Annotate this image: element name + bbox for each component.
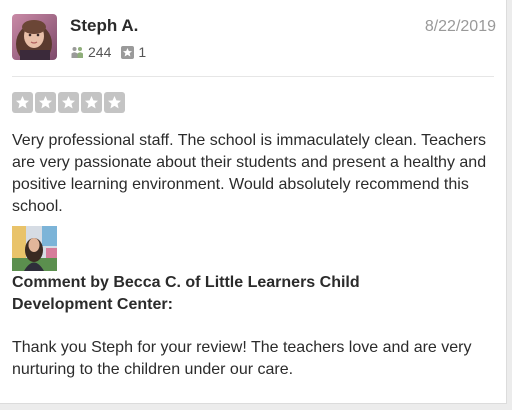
reviews-count: 1: [138, 44, 147, 60]
star-icon: [58, 92, 79, 113]
star-rating: [12, 92, 125, 113]
friends-count: 244: [88, 44, 112, 60]
star-icon: [104, 92, 125, 113]
review-text: Very professional staff. The school is i…: [12, 132, 487, 215]
review-card: Steph A. 8/22/2019 244 1 Very profession…: [0, 0, 507, 404]
star-icon: [35, 92, 56, 113]
user-avatar[interactable]: [12, 14, 57, 60]
owner-comment-text: Thank you Steph for your review! The tea…: [12, 339, 472, 378]
owner-avatar[interactable]: [12, 226, 57, 271]
user-name[interactable]: Steph A.: [70, 16, 138, 36]
review-date: 8/22/2019: [424, 18, 496, 35]
header-divider: [12, 76, 494, 77]
star-icon: [81, 92, 102, 113]
owner-comment-heading: Comment by Becca C. of Little Learners C…: [12, 274, 360, 313]
star-icon: [12, 92, 33, 113]
review-count-icon: [121, 45, 135, 59]
friends-icon: [70, 46, 84, 59]
user-stats: 244 1: [70, 43, 146, 61]
